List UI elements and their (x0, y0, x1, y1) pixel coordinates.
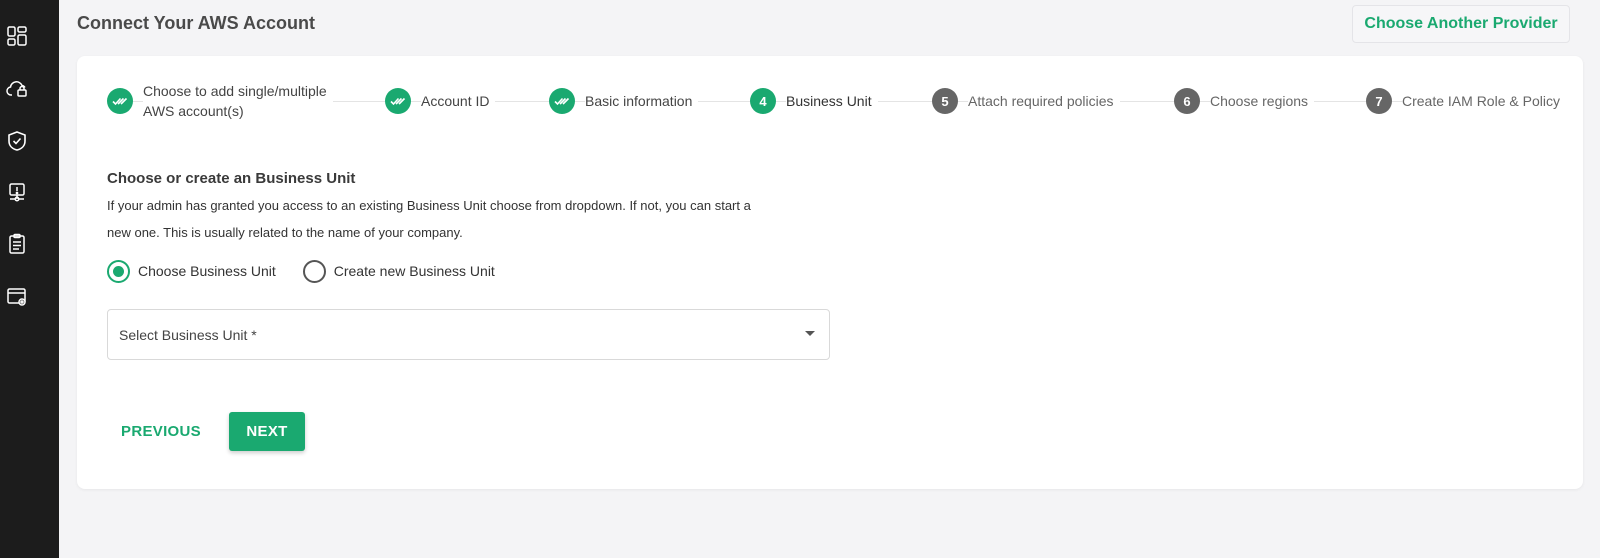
create-business-unit-label: Create new Business Unit (333, 263, 495, 279)
business-unit-select[interactable]: Select Business Unit * (107, 309, 830, 360)
stepper: Choose to add single/multiple AWS accoun… (77, 56, 1583, 146)
step-1-label-line2: AWS account(s) (143, 103, 244, 119)
wizard-card: Choose to add single/multiple AWS accoun… (77, 56, 1583, 489)
step-7-label: Create IAM Role & Policy (1402, 91, 1566, 111)
step-4-number: 4 (750, 88, 776, 114)
step-7: 7 Create IAM Role & Policy (1366, 78, 1566, 124)
check-icon (549, 88, 575, 114)
sidebar-item-settings[interactable] (0, 282, 34, 316)
cloud-lock-icon (5, 77, 29, 106)
step-5-label: Attach required policies (968, 91, 1120, 111)
sidebar (0, 0, 59, 558)
radio-unchecked-icon (302, 259, 326, 283)
step-7-number: 7 (1366, 88, 1392, 114)
business-unit-mode-radio-group: Choose Business Unit Create new Business… (107, 259, 522, 283)
choose-another-provider-button[interactable]: Choose Another Provider (1352, 5, 1570, 43)
sidebar-item-compliance[interactable] (0, 126, 34, 160)
step-6-label: Choose regions (1210, 91, 1315, 111)
check-icon (107, 88, 133, 114)
step-5: 5 Attach required policies (932, 78, 1120, 124)
step-4: 4 Business Unit (750, 78, 878, 124)
section-title: Choose or create an Business Unit (107, 170, 356, 187)
clipboard-icon (5, 232, 29, 261)
business-unit-select-placeholder: Select Business Unit * (119, 327, 257, 343)
sidebar-item-dashboard[interactable] (0, 21, 34, 55)
dropdown-arrow-icon (805, 331, 815, 336)
radio-checked-icon (107, 259, 130, 283)
next-button[interactable]: NEXT (229, 412, 305, 451)
browser-settings-icon (5, 285, 29, 314)
sidebar-item-cloud-security[interactable] (0, 74, 34, 108)
page-title: Connect Your AWS Account (77, 13, 316, 33)
choose-business-unit-radio[interactable]: Choose Business Unit (107, 259, 276, 283)
section-description: If your admin has granted you access to … (107, 192, 827, 246)
shield-check-icon (5, 129, 29, 158)
step-4-label: Business Unit (786, 91, 878, 111)
alert-monitor-icon (5, 181, 29, 210)
choose-business-unit-label: Choose Business Unit (138, 263, 276, 279)
step-3-label: Basic information (585, 91, 699, 111)
previous-button[interactable]: PREVIOUS (107, 412, 215, 451)
sidebar-item-alerts[interactable] (0, 178, 34, 212)
dashboard-icon (5, 24, 29, 53)
step-2: Account ID (385, 78, 496, 124)
step-5-number: 5 (932, 88, 958, 114)
description-line-2: new one. This is usually related to the … (107, 225, 463, 240)
step-1: Choose to add single/multiple AWS accoun… (107, 78, 333, 124)
create-business-unit-radio[interactable]: Create new Business Unit (302, 259, 495, 283)
step-3: Basic information (549, 78, 699, 124)
check-icon (385, 88, 411, 114)
step-2-label: Account ID (421, 91, 496, 111)
step-1-label-line1: Choose to add single/multiple (143, 83, 327, 99)
step-6-number: 6 (1174, 88, 1200, 114)
description-line-1: If your admin has granted you access to … (107, 198, 751, 213)
step-6: 6 Choose regions (1174, 78, 1315, 124)
sidebar-item-reports[interactable] (0, 229, 34, 263)
